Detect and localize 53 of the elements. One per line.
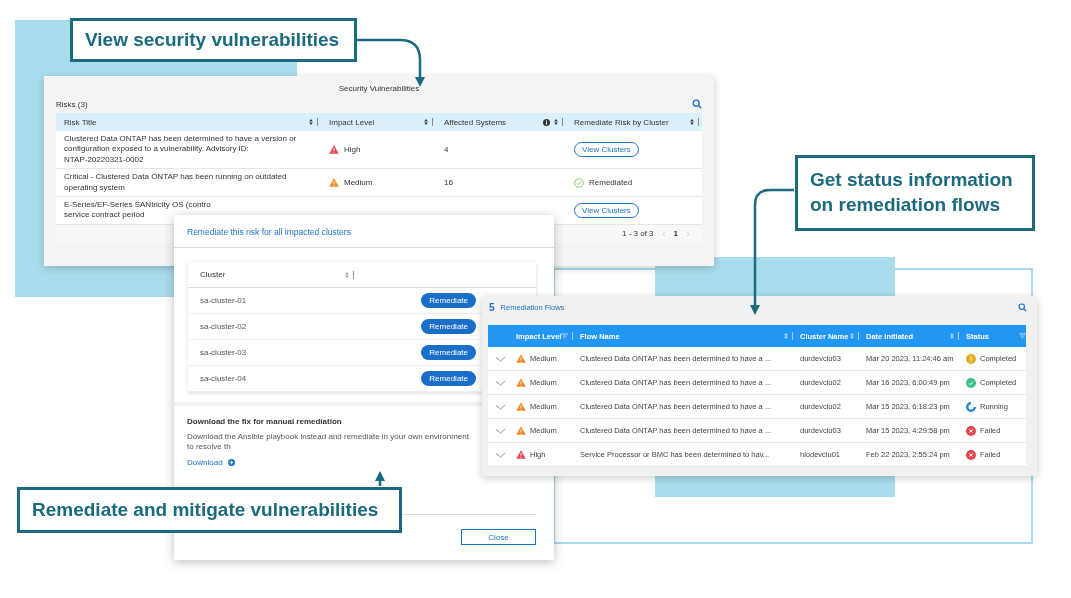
impact-level: High [344, 145, 361, 155]
chevron-down-icon[interactable] [494, 427, 506, 434]
close-button[interactable]: Close [461, 529, 536, 545]
section-description: Download the Ansible playbook instead and remediate in your own environment to resolve th [187, 432, 470, 452]
remediate-button[interactable]: Remediate [421, 345, 476, 360]
search-icon[interactable] [692, 99, 702, 109]
view-clusters-button[interactable]: View Clusters [574, 202, 639, 218]
remediated-status: Remediated [589, 178, 633, 188]
chevron-down-icon[interactable] [494, 451, 506, 458]
column-header[interactable]: Risk Title [64, 117, 97, 127]
column-header[interactable]: Impact Level [329, 117, 375, 127]
sort-icon[interactable] [690, 119, 694, 125]
download-link[interactable]: Download [187, 458, 223, 467]
risk-title: E-Series/EF-Series SANtricity OS (contro service contract period [64, 200, 211, 221]
chevron-down-icon[interactable] [494, 403, 506, 410]
chevron-down-icon[interactable] [494, 379, 506, 386]
connector-arrow [375, 471, 385, 486]
affected-count: 4 [444, 145, 449, 155]
info-icon[interactable] [543, 118, 550, 126]
dialog-title: Remediate this risk for all impacted clusters [187, 227, 351, 237]
chevron-down-icon[interactable] [494, 355, 506, 362]
cluster-name: sa-cluster-02 [200, 322, 247, 331]
callout-label: Get status information on remediation flows [795, 155, 1035, 231]
flow-count: 5 [489, 301, 495, 313]
sort-icon[interactable] [309, 119, 313, 125]
search-icon[interactable] [1018, 302, 1027, 312]
column-header[interactable]: Affected Systems [444, 117, 507, 127]
connector-arrow [357, 38, 425, 87]
page-number[interactable]: 1 [673, 229, 678, 239]
pagination-range: 1 - 3 of 3 [621, 229, 654, 239]
remediate-button[interactable]: Remediate [421, 293, 476, 308]
risks-count: Risks (3) [56, 99, 88, 109]
cluster-name: sa-cluster-01 [200, 296, 247, 305]
cluster-name: sa-cluster-04 [200, 374, 247, 383]
remediate-button[interactable]: Remediate [421, 371, 476, 386]
column-header[interactable]: Cluster [200, 270, 226, 279]
plus-circle-icon[interactable] [227, 459, 235, 466]
callout-label: Remediate and mitigate vulnerabilities [17, 487, 402, 533]
risk-title: Critical - Clustered Data ONTAP has been running on outdated operating system [64, 172, 287, 194]
filter-icon[interactable] [561, 333, 569, 339]
affected-count: 16 [444, 178, 453, 188]
sort-icon[interactable] [424, 119, 428, 125]
section-heading: Download the fix for manual remediation [187, 417, 343, 426]
remediate-button[interactable]: Remediate [421, 319, 476, 334]
sort-icon[interactable] [554, 119, 558, 125]
impact-level: Medium [344, 178, 373, 188]
cluster-name: sa-cluster-03 [200, 348, 247, 357]
view-clusters-button[interactable]: View Clusters [574, 142, 639, 158]
risk-title: Clustered Data ONTAP has been determined to have a version or configuration exposed to a vulnerability. Advisory ID: NTAP-20220321-0002 [64, 134, 297, 166]
filter-icon[interactable] [1019, 333, 1026, 339]
column-header[interactable]: Remediate Risk by Cluster [574, 117, 669, 127]
callout-label: View security vulnerabilities [70, 18, 357, 62]
window-title: Security Vulnerabilities [338, 84, 420, 93]
